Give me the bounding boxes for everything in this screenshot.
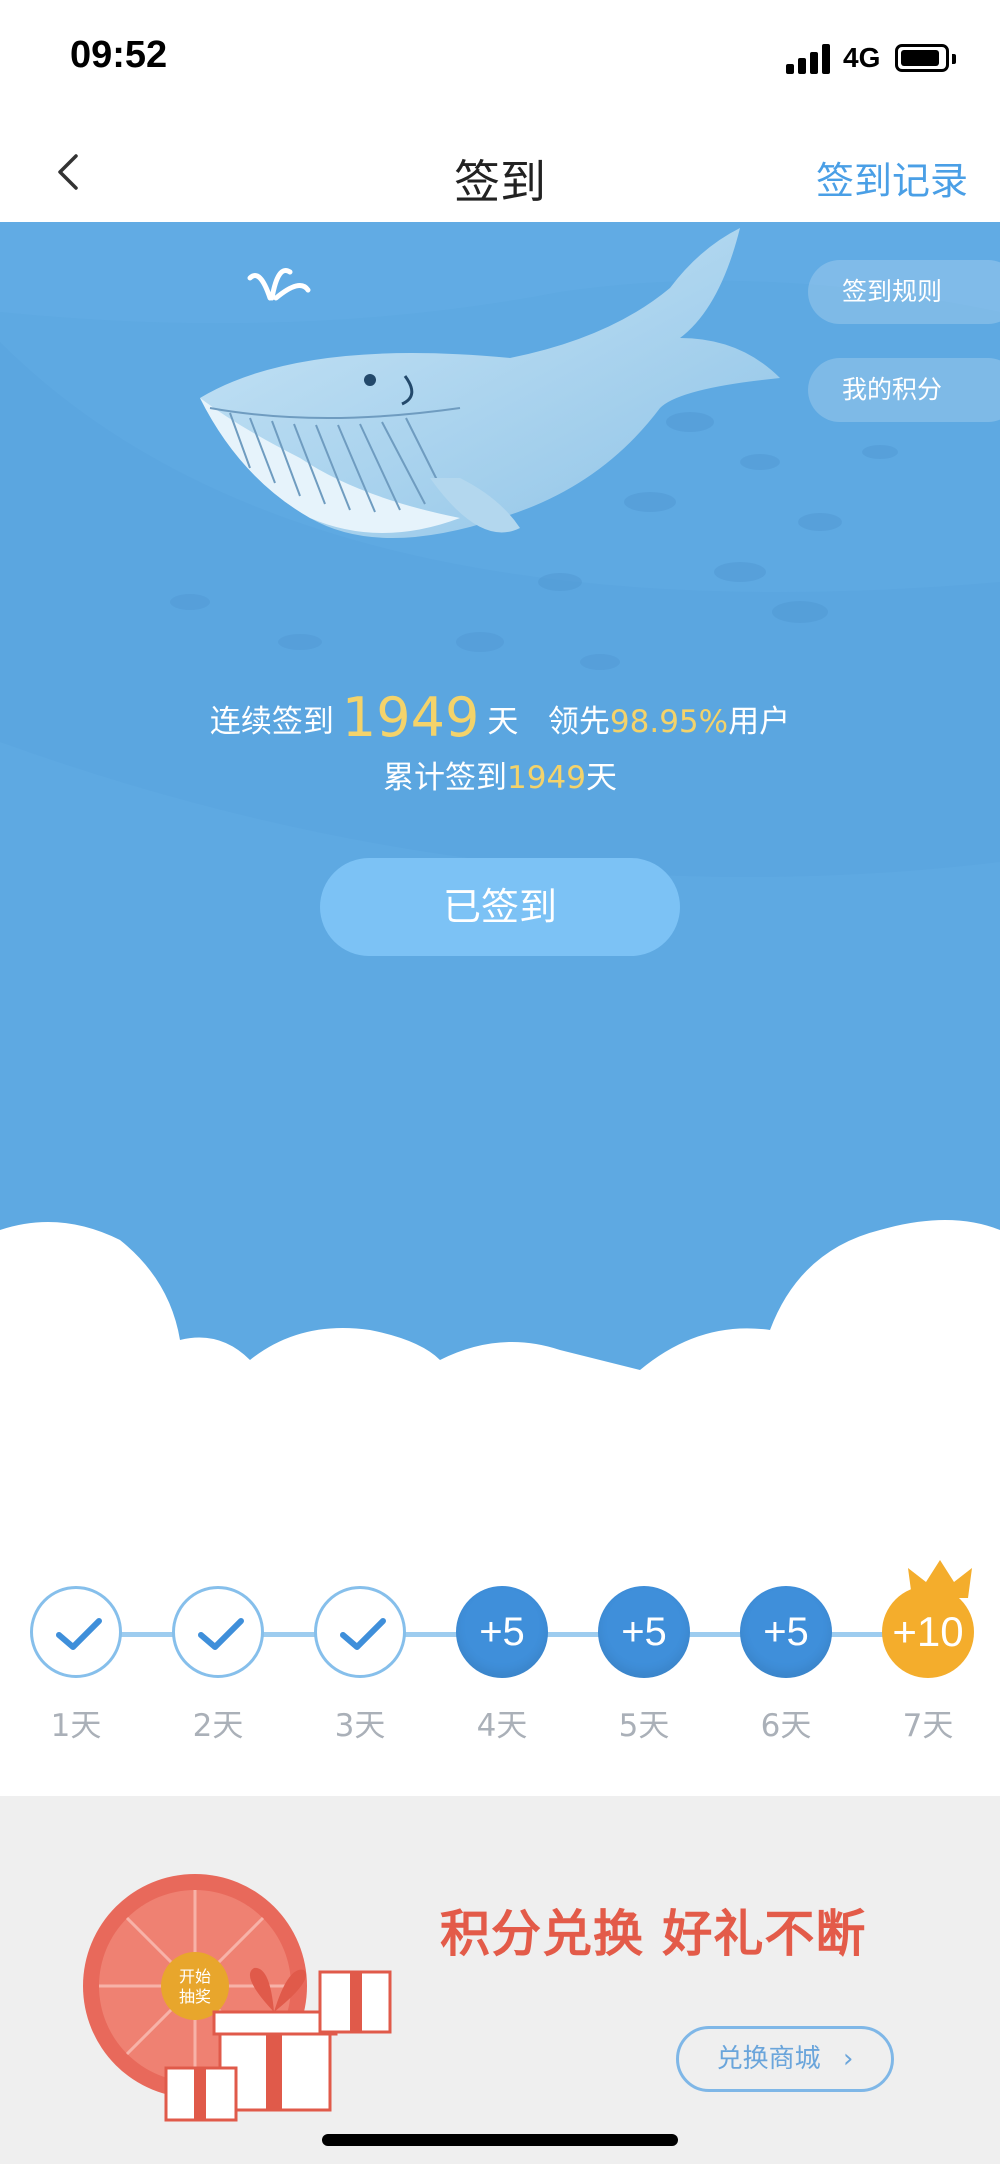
- total-unit: 天: [585, 760, 617, 796]
- sign-in-rules-button[interactable]: 签到规则: [808, 260, 1000, 324]
- total-stats: 累计签到1949天: [0, 752, 1000, 797]
- exchange-mall-button[interactable]: 兑换商城 ›: [676, 2026, 894, 2092]
- banner-title: 积分兑换 好礼不断: [440, 1905, 867, 1963]
- streak-days: 1949: [341, 686, 480, 749]
- day-node-4: +5: [456, 1586, 548, 1678]
- cloud-divider: [0, 1220, 1000, 1510]
- status-bar: 09:52 4G: [0, 0, 1000, 120]
- check-icon: [56, 1618, 102, 1650]
- day-label-2: 2天: [192, 1708, 244, 1744]
- check-icon: [198, 1618, 244, 1650]
- status-time: 09:52: [70, 34, 168, 76]
- lead-prefix: 领先: [547, 704, 610, 740]
- streak-prefix: 连续签到: [209, 704, 334, 740]
- battery-icon: [895, 44, 949, 72]
- points-exchange-banner[interactable]: 开始 抽奖 积分兑换 好礼不断 兑换商城 ›: [0, 1796, 1000, 2164]
- prize-wheel-illustration: 开始 抽奖: [83, 1874, 392, 2122]
- day-node-3: [314, 1586, 406, 1678]
- day-label-7: 7天: [902, 1708, 954, 1744]
- signal-strength-icon: [786, 44, 834, 74]
- streak-unit: 天: [487, 704, 519, 740]
- chevron-right-icon: ›: [842, 2044, 854, 2074]
- nav-bar: 签到 签到记录: [0, 120, 1000, 222]
- day-label-6: 6天: [760, 1708, 812, 1744]
- exchange-mall-label: 兑换商城: [716, 2044, 821, 2074]
- whale-illustration: [200, 228, 780, 538]
- check-icon: [340, 1618, 386, 1650]
- lead-percent: 98.95%: [609, 704, 729, 740]
- my-points-button[interactable]: 我的积分: [808, 358, 1000, 422]
- network-label: 4G: [843, 42, 881, 73]
- day-label-4: 4天: [476, 1708, 528, 1744]
- day-node-1: [30, 1586, 122, 1678]
- crown-icon: [908, 1560, 972, 1598]
- day-node-5: +5: [598, 1586, 690, 1678]
- wheel-center-line-2: 抽奖: [179, 1987, 211, 2006]
- day-label-1: 1天: [50, 1708, 102, 1744]
- day-label-5: 5天: [618, 1708, 670, 1744]
- sign-in-record-link[interactable]: 签到记录: [816, 150, 968, 205]
- total-prefix: 累计签到: [383, 760, 508, 796]
- wheel-center-line-1: 开始: [179, 1967, 211, 1986]
- day-label-3: 3天: [334, 1708, 386, 1744]
- battery-cap: [952, 54, 956, 64]
- day-node-6: +5: [740, 1586, 832, 1678]
- home-indicator: [322, 2134, 678, 2146]
- lead-suffix: 用户: [728, 704, 791, 740]
- signed-in-button[interactable]: 已签到: [320, 858, 680, 956]
- streak-tracker: +5 +5 +5 +10 1天 2天 3天 4天 5天 6天 7天: [0, 1560, 1000, 1760]
- day-node-2: [172, 1586, 264, 1678]
- streak-stats: 连续签到 1949 天 领先98.95%用户: [0, 686, 1000, 749]
- total-days: 1949: [507, 760, 586, 796]
